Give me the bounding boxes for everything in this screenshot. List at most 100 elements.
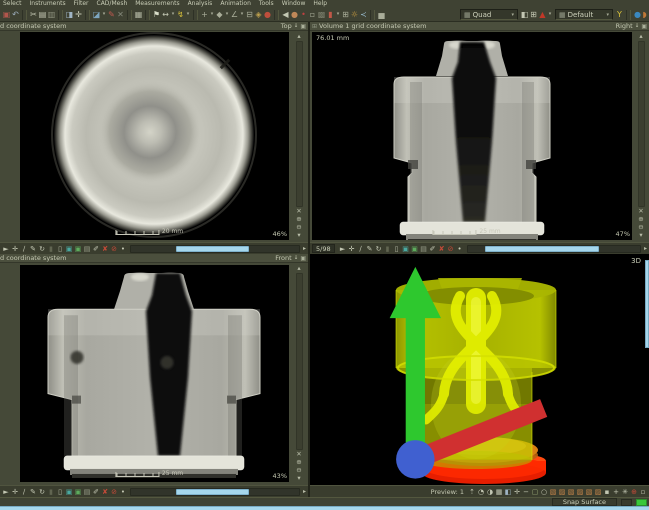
menu-measurements[interactable]: Measurements	[135, 0, 179, 8]
more-icon[interactable]: •	[119, 486, 127, 498]
scroll-down-icon[interactable]: ▾	[639, 232, 642, 239]
vertical-scrollbar[interactable]: ▴ ✕ ⊕ ⊖ ▾	[290, 264, 308, 483]
angle-tool-icon[interactable]: ∠	[230, 8, 239, 21]
checker-icon[interactable]: ⊞	[341, 8, 350, 21]
plane-tool-icon[interactable]: ◆	[215, 8, 224, 21]
green-swatch-icon[interactable]: ▣	[74, 486, 82, 498]
orientation-label[interactable]: Front	[275, 254, 291, 263]
edit-icon[interactable]: ✐	[429, 243, 437, 255]
scene-icon[interactable]: ◧	[504, 486, 512, 498]
scroll-right-icon[interactable]: ▸	[303, 488, 306, 495]
record-icon[interactable]: ⊕	[630, 486, 638, 498]
gray-swatch-icon[interactable]: ▤	[83, 486, 91, 498]
snap-icon[interactable]: ◈	[254, 8, 263, 21]
orientation-label[interactable]: Top	[281, 22, 292, 31]
orientation-label[interactable]: Right	[616, 22, 633, 31]
pan-icon[interactable]: ✛	[11, 243, 19, 255]
edit-icon[interactable]: ✐	[92, 243, 100, 255]
template-select[interactable]: ▦ Default ▾	[555, 9, 613, 20]
render-mode-5-icon[interactable]: ▧	[585, 486, 593, 498]
orientation-arrow-icon[interactable]: ↓	[635, 22, 640, 31]
viewport-menu-icon[interactable]: ▣	[300, 22, 306, 31]
bounds-icon[interactable]: ▢	[531, 486, 539, 498]
dark-rect-icon[interactable]: ▮	[47, 486, 55, 498]
menu-filter[interactable]: Filter	[74, 0, 89, 8]
blob-icon[interactable]: ●	[290, 8, 299, 21]
viewport-menu-icon[interactable]: ▣	[300, 254, 306, 263]
speaker-icon[interactable]: ◀	[281, 8, 290, 21]
scroll-right-icon[interactable]: ▸	[303, 245, 306, 252]
menu-cad-mesh[interactable]: CAD/Mesh	[97, 0, 128, 8]
menu-animation[interactable]: Animation	[220, 0, 251, 8]
pointer-icon[interactable]: ►	[2, 243, 10, 255]
menu-window[interactable]: Window	[282, 0, 306, 8]
teal-swatch-icon[interactable]: ▣	[65, 243, 73, 255]
help-icon[interactable]: ●	[633, 8, 642, 21]
menu-select[interactable]: Select	[3, 0, 22, 8]
teal-swatch-icon[interactable]: ▣	[65, 486, 73, 498]
thermometer-icon[interactable]: ▮	[326, 8, 335, 21]
red-x-icon[interactable]: ✘	[101, 486, 109, 498]
paste-icon[interactable]: ▥	[47, 8, 56, 21]
scroll-up-icon[interactable]: ▴	[639, 33, 642, 40]
flag-icon[interactable]: ⚑	[152, 8, 161, 21]
viewport-menu-icon[interactable]: ▣	[641, 22, 647, 31]
scroll-down-icon[interactable]: ▾	[297, 475, 300, 482]
scroll-down-icon[interactable]: ▾	[297, 232, 300, 239]
close-icon[interactable]: ✕	[638, 208, 643, 215]
sun-icon[interactable]: ☼	[350, 8, 359, 21]
scroll-up-icon[interactable]: ▴	[297, 265, 300, 272]
quality-half-icon[interactable]: ◑	[486, 486, 494, 498]
grid-icon[interactable]: ▦	[495, 486, 503, 498]
render-mode-1-icon[interactable]: ▧	[549, 486, 557, 498]
rotate-icon[interactable]: ↻	[375, 243, 383, 255]
no-entry-icon[interactable]: ⊘	[110, 486, 118, 498]
render-mode-6-icon[interactable]: ▨	[594, 486, 602, 498]
slice-canvas-top[interactable]: 20 mm 46%	[20, 32, 289, 240]
point-tool-icon[interactable]: +	[200, 8, 209, 21]
red-x-icon[interactable]: ✘	[101, 243, 109, 255]
render-mode-3-icon[interactable]: ▧	[567, 486, 575, 498]
menu-instruments[interactable]: Instruments	[30, 0, 66, 8]
horizontal-scrollbar[interactable]	[467, 245, 641, 253]
horizontal-scrollbar-thumb[interactable]	[176, 246, 248, 252]
caliper-icon[interactable]: ⊟	[245, 8, 254, 21]
layout-select[interactable]: ▦ Quad ▾	[460, 9, 518, 20]
gray-swatch-icon[interactable]: ▤	[83, 243, 91, 255]
pointer-icon[interactable]: ►	[339, 243, 347, 255]
import-icon[interactable]: ◨	[65, 8, 74, 21]
light-rect-icon[interactable]: ▯	[56, 486, 64, 498]
dark-rect-icon[interactable]: ▮	[384, 243, 392, 255]
lightning-dropdown-icon[interactable]: ▾	[185, 8, 191, 21]
pencil-icon[interactable]: ✎	[29, 243, 37, 255]
slice-canvas-front[interactable]: 25 mm 43%	[20, 265, 289, 482]
warning-dropdown-icon[interactable]: ▾	[547, 8, 553, 21]
horizontal-scrollbar-thumb[interactable]	[485, 246, 599, 252]
line-tool-icon[interactable]: ∕	[20, 486, 28, 498]
new-view-icon[interactable]: ⊞	[529, 8, 538, 21]
copy-icon[interactable]: ▤	[38, 8, 47, 21]
sphere-outline-icon[interactable]: ○	[540, 486, 548, 498]
snap-surface-button[interactable]: Snap Surface	[552, 498, 617, 506]
crosshair-icon[interactable]: +	[612, 486, 620, 498]
teal-swatch-icon[interactable]: ▣	[402, 243, 410, 255]
slice-canvas-right[interactable]: 76.01 mm 25 mm 47%	[312, 32, 632, 240]
pencil-icon[interactable]: ✎	[366, 243, 374, 255]
zoom-out-icon[interactable]: ⊖	[296, 224, 301, 231]
menu-analysis[interactable]: Analysis	[188, 0, 213, 8]
edit-icon[interactable]: ✐	[92, 486, 100, 498]
horizontal-scrollbar-thumb[interactable]	[176, 489, 248, 495]
more-icon[interactable]: •	[456, 243, 464, 255]
curve-icon[interactable]: ≺	[359, 8, 368, 21]
zoom-in-icon[interactable]: ⊕	[296, 459, 301, 466]
light-rect-icon[interactable]: ▯	[56, 243, 64, 255]
gray-swatch-icon[interactable]: ▤	[420, 243, 428, 255]
pencil-icon[interactable]: ✎	[29, 486, 37, 498]
vertical-scrollbar-track[interactable]	[638, 41, 645, 207]
vertical-scrollbar[interactable]: ▴ ✕ ⊕ ⊖ ▾	[290, 32, 308, 240]
render-3d-canvas[interactable]: 3D	[310, 254, 649, 485]
light-rect-icon[interactable]: ▯	[393, 243, 401, 255]
stop-icon[interactable]: ▫	[639, 486, 647, 498]
orientation-arrow-icon[interactable]: ↓	[294, 22, 299, 31]
undo-icon[interactable]: ↶	[11, 8, 20, 21]
